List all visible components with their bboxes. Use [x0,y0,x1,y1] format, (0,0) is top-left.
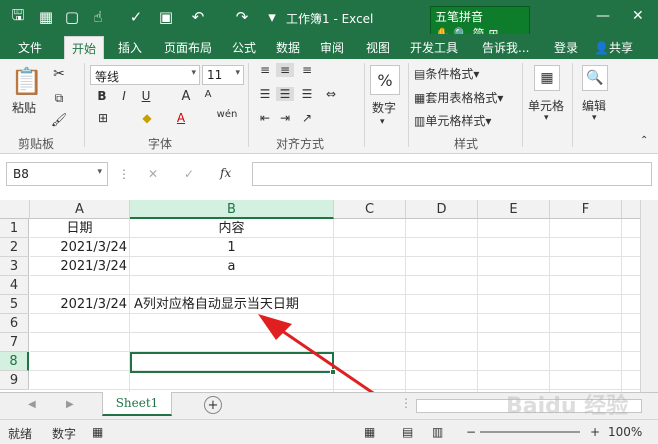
page-break-view-icon[interactable]: ▥ [432,425,443,439]
arrow-head [258,314,292,340]
macro-record-icon[interactable]: ▦ [92,425,103,439]
prev-sheet-icon[interactable]: ◀ [28,399,36,410]
add-sheet-button[interactable]: + [204,396,222,414]
zoom-level[interactable]: 100% [608,425,642,439]
watermark: Baidu 经验 [506,394,629,419]
status-mode: 就绪 [8,427,33,441]
next-sheet-icon[interactable]: ▶ [66,399,74,410]
zoom-in-icon[interactable]: + [590,425,600,439]
sheet-tab-sheet1[interactable]: Sheet1 [102,392,172,416]
annotation-arrow [258,314,399,412]
status-bar: 就绪 数字 ▦ ▦ ▤ ▥ − + 100% [0,419,658,444]
zoom-out-icon[interactable]: − [466,425,476,439]
more-icon: ⋮ [400,396,412,410]
zoom-slider[interactable] [480,431,580,433]
page-layout-view-icon[interactable]: ▤ [402,425,413,439]
status-num: 数字 [52,427,77,441]
normal-view-icon[interactable]: ▦ [364,425,375,439]
